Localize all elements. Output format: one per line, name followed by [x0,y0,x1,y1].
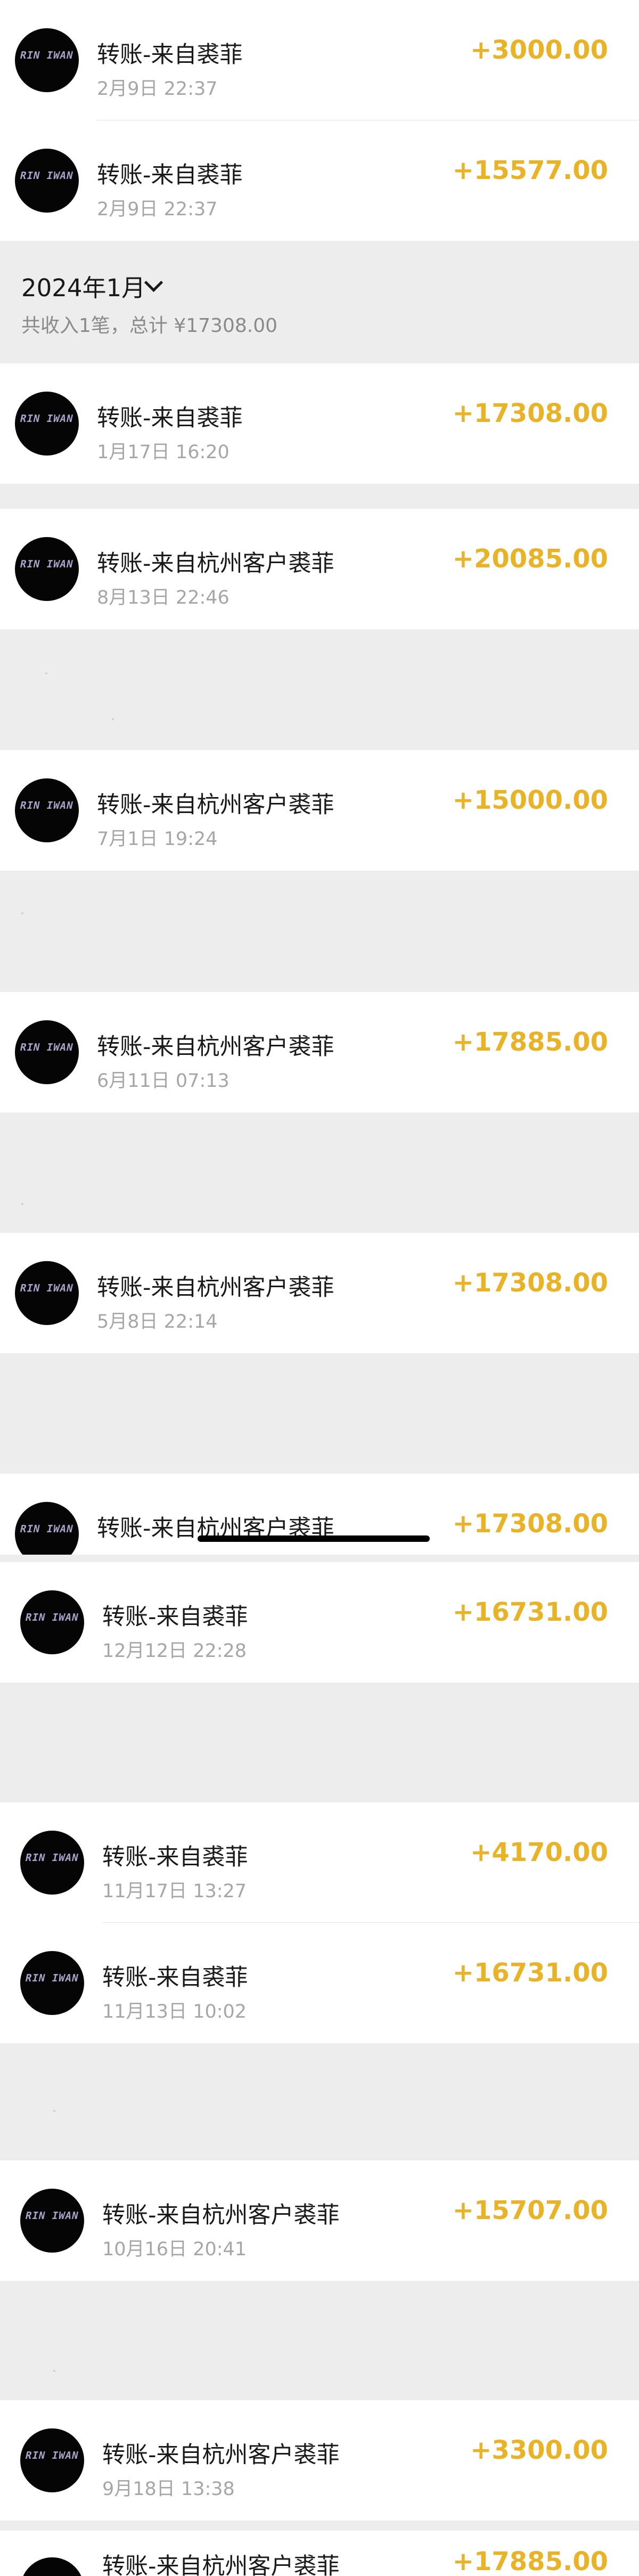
avatar: RIN IWAN [15,1261,79,1325]
avatar: RIN IWAN [20,1590,84,1654]
chevron-down-icon[interactable] [144,273,163,292]
avatar: RIN IWAN [20,2428,84,2492]
avatar: RIN IWAN [15,149,79,213]
transaction-title: 转账-来自裘菲 [102,1844,248,1871]
transaction-amount: +17308.00 [452,1509,608,1539]
transaction-time: 8月13日 22:46 [97,587,230,608]
transaction-row[interactable]: RIN IWAN 转账-来自杭州客户裘菲 10月16日 20:41 +15707… [0,2160,639,2281]
transaction-amount: +15577.00 [452,156,608,185]
transaction-time: 11月17日 13:27 [102,1881,247,1902]
transaction-amount: +17308.00 [452,1268,608,1298]
transaction-amount: +4170.00 [470,1838,608,1867]
avatar: RIN IWAN [20,2189,84,2253]
transaction-amount: +15707.00 [452,2196,608,2225]
speck [53,2370,55,2372]
month-summary: 共收入1笔，总计 ¥17308.00 [21,315,278,337]
avatar: RIN IWAN [15,392,79,456]
month-label: 2024年1月 [21,274,146,302]
speck [53,2110,55,2112]
speck [112,718,114,720]
avatar: RIN IWAN [15,28,79,92]
speck [21,1203,23,1205]
transaction-title: 转账-来自裘菲 [97,42,243,68]
transaction-time: 12月12日 22:28 [102,1640,247,1662]
avatar: RIN IWAN [15,778,79,842]
transaction-title: 转账-来自杭州客户裘菲 [97,1034,334,1060]
transaction-row[interactable]: RIN IWAN 转账-来自杭州客户裘菲 +17885.00 [0,2531,639,2576]
transaction-title: 转账-来自杭州客户裘菲 [102,2202,340,2229]
avatar: RIN IWAN [15,1020,79,1084]
transaction-time: 2月9日 22:37 [97,78,218,100]
avatar: RIN IWAN [20,1831,84,1895]
transaction-amount: +20085.00 [452,544,608,574]
transaction-title: 转账-来自杭州客户裘菲 [102,2442,340,2468]
transaction-row[interactable]: RIN IWAN 转账-来自裘菲 2月9日 22:37 +15577.00 [0,120,639,241]
transaction-row[interactable]: RIN IWAN 转账-来自杭州客户裘菲 9月18日 13:38 +3300.0… [0,2400,639,2521]
avatar: RIN IWAN [15,537,79,601]
transaction-time: 10月16日 20:41 [102,2239,247,2260]
transaction-time: 6月11日 07:13 [97,1070,230,1092]
transaction-title: 转账-来自杭州客户裘菲 [97,1274,334,1301]
transaction-row[interactable]: RIN IWAN 转账-来自杭州客户裘菲 8月13日 22:46 +20085.… [0,509,639,629]
transaction-row[interactable]: RIN IWAN 转账-来自杭州客户裘菲 7月1日 19:24 +15000.0… [0,750,639,871]
avatar: RIN IWAN [20,1951,84,2015]
transaction-row[interactable]: RIN IWAN 转账-来自裘菲 1月17日 16:20 +17308.00 [0,363,639,484]
transaction-amount: +16731.00 [452,1597,608,1627]
transaction-title: 转账-来自杭州客户裘菲 [102,2553,340,2576]
transaction-row[interactable]: RIN IWAN 转账-来自裘菲 12月12日 22:28 +16731.00 [0,1562,639,1683]
transaction-row[interactable]: RIN IWAN 转账-来自杭州客户裘菲 5月8日 22:14 +17308.0… [0,1233,639,1353]
month-section-header[interactable]: 2024年1月 共收入1笔，总计 ¥17308.00 [0,244,639,356]
transaction-time: 11月13日 10:02 [102,2001,247,2022]
avatar: RIN IWAN [20,2557,84,2576]
transaction-amount: +3000.00 [470,35,608,65]
transaction-amount: +17308.00 [452,399,608,428]
transaction-title: 转账-来自裘菲 [97,405,243,432]
transaction-time: 5月8日 22:14 [97,1311,218,1332]
speck [45,672,47,675]
transaction-time: 1月17日 16:20 [97,442,230,463]
transaction-title: 转账-来自裘菲 [97,162,243,189]
transaction-time: 7月1日 19:24 [97,828,218,850]
home-indicator [198,1535,430,1542]
transaction-amount: +15000.00 [452,785,608,815]
transaction-amount: +17885.00 [452,2547,608,2576]
transaction-row[interactable]: RIN IWAN 转账-来自杭州客户裘菲 +17308.00 [0,1474,639,1555]
transaction-row[interactable]: RIN IWAN 转账-来自杭州客户裘菲 6月11日 07:13 +17885.… [0,992,639,1112]
transaction-title: 转账-来自裘菲 [102,1964,248,1991]
transaction-title: 转账-来自杭州客户裘菲 [97,550,334,577]
transaction-amount: +16731.00 [452,1958,608,1988]
transaction-time: 9月18日 13:38 [102,2479,235,2500]
transaction-row[interactable]: RIN IWAN 转账-来自裘菲 11月13日 10:02 +16731.00 [0,1923,639,2043]
avatar: RIN IWAN [15,1502,79,1555]
transaction-row[interactable]: RIN IWAN 转账-来自裘菲 2月9日 22:37 +3000.00 [0,0,639,120]
transaction-title: 转账-来自裘菲 [102,1604,248,1630]
transaction-row[interactable]: RIN IWAN 转账-来自裘菲 11月17日 13:27 +4170.00 [0,1802,639,1923]
transaction-time: 2月9日 22:37 [97,199,218,220]
transaction-amount: +17885.00 [452,1027,608,1057]
transaction-title: 转账-来自杭州客户裘菲 [97,792,334,818]
speck [21,912,23,914]
transaction-amount: +3300.00 [470,2435,608,2465]
